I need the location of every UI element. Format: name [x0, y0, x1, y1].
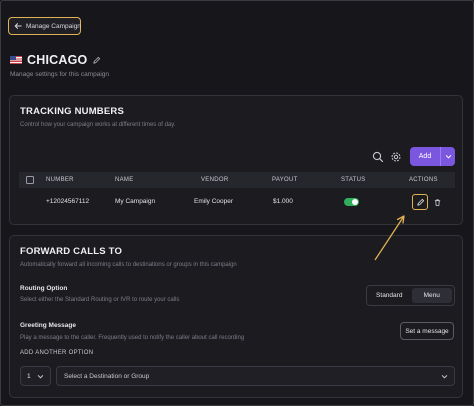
greeting-message-label: Greeting Message	[20, 322, 76, 329]
forward-calls-description: Automatically forward all incoming calls…	[20, 262, 237, 268]
add-another-option-label: ADD ANOTHER OPTION	[20, 350, 94, 356]
column-status: STATUS	[341, 177, 366, 183]
column-number: NUMBER	[46, 177, 74, 183]
option-number-value: 1	[27, 372, 31, 380]
column-actions: ACTIONS	[409, 177, 438, 183]
chevron-down-icon	[445, 155, 451, 159]
routing-option-description: Select either the Standard Routing or IV…	[20, 297, 180, 303]
add-dropdown-toggle[interactable]	[441, 153, 455, 160]
manage-campaign-back-button[interactable]: Manage Campaign	[8, 17, 81, 35]
page-subtitle: Manage settings for this campaign	[10, 71, 109, 78]
add-button-label: Add	[410, 147, 441, 166]
table-header: NUMBER NAME VENDOR PAYOUT STATUS ACTIONS	[19, 172, 455, 188]
option-number-select[interactable]: 1	[20, 366, 51, 386]
us-flag-icon	[10, 56, 22, 64]
routing-option-label: Routing Option	[20, 285, 68, 292]
trash-icon[interactable]	[433, 198, 442, 207]
arrow-left-icon	[14, 23, 22, 29]
chevron-down-icon	[37, 374, 43, 378]
gear-icon[interactable]	[390, 151, 402, 163]
column-name: NAME	[115, 177, 134, 183]
select-all-checkbox[interactable]	[26, 176, 34, 184]
routing-option-toggle: Standard Menu	[366, 285, 455, 306]
destination-placeholder: Select a Destination or Group	[64, 372, 150, 380]
routing-menu-option[interactable]: Menu	[411, 288, 452, 303]
row-payout: $1.000	[273, 198, 293, 205]
row-number: +12024567112	[46, 198, 90, 205]
tracking-numbers-title: TRACKING NUMBERS	[20, 106, 125, 117]
row-vendor: Emily Cooper	[194, 198, 234, 205]
pencil-icon[interactable]	[92, 56, 101, 65]
chevron-down-icon	[441, 375, 448, 379]
back-button-label: Manage Campaign	[26, 22, 81, 30]
column-vendor: VENDOR	[201, 177, 229, 183]
routing-standard-option[interactable]: Standard	[369, 288, 410, 303]
page-title: CHICAGO	[27, 53, 88, 67]
add-tracking-number-button[interactable]: Add	[410, 147, 455, 166]
edit-row-button[interactable]	[412, 194, 428, 210]
tracking-numbers-card: TRACKING NUMBERS Control how your campai…	[9, 95, 463, 225]
destination-select[interactable]: Select a Destination or Group	[56, 366, 455, 386]
row-name: My Campaign	[115, 198, 156, 205]
forward-calls-title: FORWARD CALLS TO	[20, 246, 123, 257]
tracking-numbers-description: Control how your campaign works at diffe…	[20, 122, 176, 128]
table-row: +12024567112 My Campaign Emily Cooper $1…	[19, 194, 455, 210]
forward-calls-card: FORWARD CALLS TO Automatically forward a…	[9, 235, 463, 398]
search-icon[interactable]	[372, 151, 384, 163]
pencil-icon	[416, 198, 424, 206]
greeting-message-description: Play a message to the caller. Frequently…	[20, 335, 245, 341]
page-title-row: CHICAGO	[10, 53, 101, 67]
column-payout: PAYOUT	[272, 177, 298, 183]
set-message-button[interactable]: Set a message	[400, 322, 454, 340]
status-toggle[interactable]	[344, 198, 359, 206]
